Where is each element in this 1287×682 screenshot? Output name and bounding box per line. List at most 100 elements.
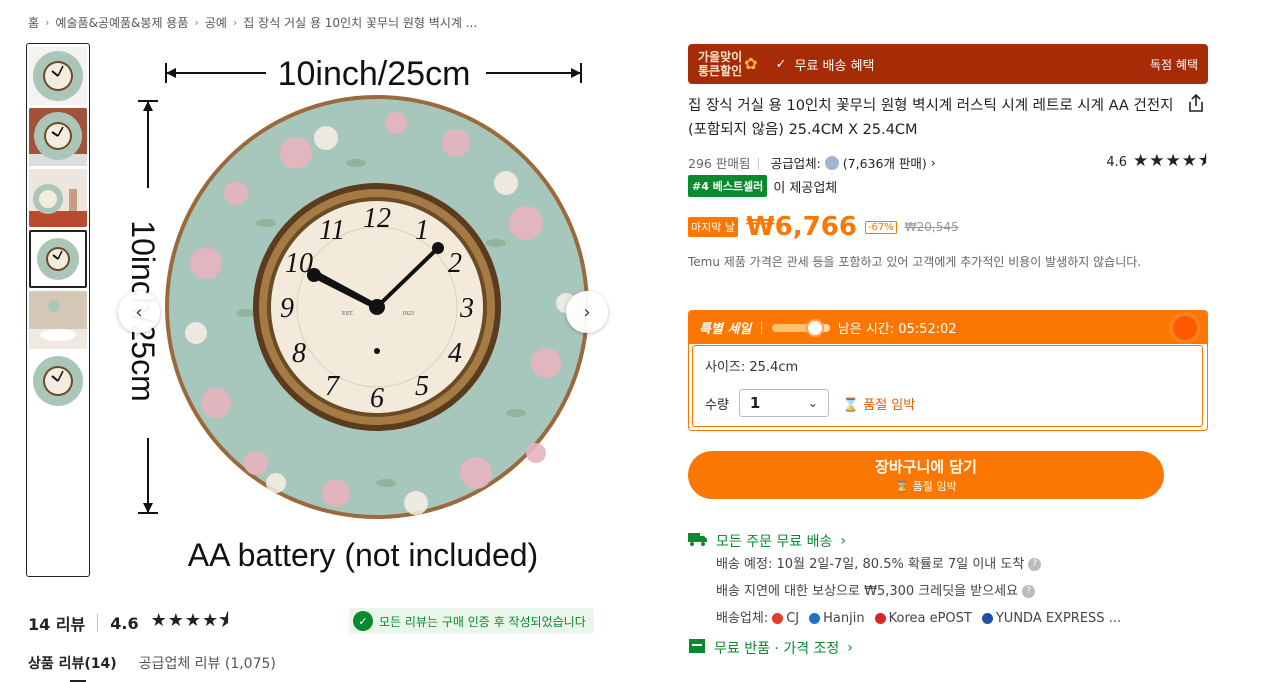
carrier-name: CJ: [786, 611, 800, 626]
delay-compensation-text: 배송 지연에 대한 보상으로 ₩5,300 크레딧을 받으세요: [716, 584, 1019, 599]
sale-progress-knob: [806, 318, 825, 337]
free-shipping-link[interactable]: 모든 주문 무료 배송 ›: [688, 531, 1208, 551]
next-image-button[interactable]: ›: [566, 291, 608, 333]
exclusive-benefit: 독점 혜택: [1150, 57, 1198, 72]
thumbnail-1[interactable]: [29, 47, 87, 105]
add-to-cart-sub-text: 품절 임박: [912, 480, 957, 493]
chevron-right-icon: ›: [45, 16, 50, 29]
thumbnail-5[interactable]: [29, 291, 87, 349]
previous-image-button[interactable]: ‹: [118, 291, 160, 333]
add-to-cart-button[interactable]: 장바구니에 담기 ⌛ 품절 임박: [688, 451, 1164, 499]
price-notice: Temu 제품 가격은 관세 등을 포함하고 있어 고객에게 추가적인 비용이 …: [688, 255, 1142, 269]
breadcrumb-current: 집 장식 거실 용 10인치 꽃무늬 원형 벽시계 ...: [243, 16, 478, 30]
quantity-value: 1: [749, 394, 761, 412]
promo-banner[interactable]: 가을맞이 통큰할인 ✿ ✓ 무료 배송 혜택 독점 혜택: [688, 44, 1208, 84]
low-stock-notice: ⌛ 품절 임박: [843, 394, 915, 413]
chevron-right-icon: ›: [194, 16, 199, 29]
thumbnail-4[interactable]: [29, 230, 87, 288]
clock-numeral: 7: [325, 371, 340, 402]
breadcrumb-category[interactable]: 예술품&공예품&봉제 용품: [55, 14, 188, 31]
verified-text: 모든 리뷰는 구매 인증 후 작성되었습니다: [379, 614, 586, 629]
supplier-sales: (7,636개 판매): [842, 156, 927, 171]
current-price: ₩6,766: [745, 212, 857, 242]
sale-header: 특별 세일 | 남은 시간: 05:52:02: [689, 311, 1207, 344]
clock-numeral: 6: [370, 383, 384, 414]
sale-options: 사이즈: 25.4cm 수량 1 ⌄ ⌛ 품절 임박: [692, 345, 1203, 427]
product-rating[interactable]: 4.6 ★★★★⯨: [1106, 148, 1208, 177]
thumbnail-3[interactable]: [29, 169, 87, 227]
yunda-logo-icon: [981, 613, 993, 624]
free-returns-link[interactable]: 무료 반품 · 가격 조정 ›: [688, 638, 1208, 658]
clock-numeral: 3: [459, 293, 474, 324]
last-day-badge: 마지막 날: [688, 217, 738, 237]
chevron-right-icon: ›: [583, 301, 591, 323]
check-icon: ✓: [775, 56, 787, 72]
delivery-estimate: 배송 예정: 10월 2일-7일, 80.5% 확률로 7일 이내 도착 ?: [716, 551, 1208, 578]
carrier-korea-epost: Korea ePOST: [874, 605, 972, 632]
help-icon[interactable]: ?: [1028, 558, 1042, 571]
bestseller-badge: #4 베스트셀러: [688, 175, 768, 197]
chevron-left-icon: ‹: [135, 301, 143, 323]
delay-compensation: 배송 지연에 대한 보상으로 ₩5,300 크레딧을 받으세요 ?: [716, 578, 1208, 605]
supplier-avatar: [824, 155, 839, 170]
star-rating-icon: ★★★★⯨: [1133, 151, 1208, 171]
divider: |: [756, 155, 761, 170]
clock-numeral: 12: [363, 203, 391, 234]
tab-product-reviews[interactable]: 상품 리뷰(14): [28, 653, 117, 682]
clock-est-label: EST.: [342, 311, 354, 317]
special-sale-box: 특별 세일 | 남은 시간: 05:52:02 사이즈: 25.4cm 수량 1…: [688, 310, 1208, 431]
low-stock-text: 품절 임박: [863, 397, 916, 413]
breadcrumb: 홈 › 예술품&공예품&봉제 용품 › 공예 › 집 장식 거실 용 10인치 …: [28, 14, 477, 31]
clock-numeral: 9: [280, 293, 294, 324]
quantity-label: 수량: [705, 397, 729, 413]
breadcrumb-home[interactable]: 홈: [28, 14, 39, 31]
product-title: 집 장식 거실 용 10인치 꽃무늬 원형 벽시계 러스틱 시계 레트로 시계 …: [688, 98, 1174, 138]
chevron-right-icon: ›: [840, 533, 846, 549]
clock-numeral: 2: [448, 248, 462, 279]
supplier-link[interactable]: 공급업체: (7,636개 판매) ›: [771, 153, 936, 172]
add-to-cart-sub: ⌛ 품절 임박: [895, 478, 956, 494]
price-row: 마지막 날 ₩6,766 -67% ₩20,545: [688, 212, 959, 242]
review-tabs: 상품 리뷰(14) 공급업체 리뷰 (1,075): [28, 653, 276, 682]
help-icon[interactable]: ?: [1022, 585, 1036, 598]
free-returns-title: 무료 반품 · 가격 조정: [714, 641, 840, 657]
sale-progress-bar: [771, 318, 830, 337]
sold-count: 296 판매됨: [688, 156, 751, 171]
breadcrumb-subcategory[interactable]: 공예: [205, 14, 227, 31]
delivery-estimate-text: 배송 예정: 10월 2일-7일, 80.5% 확률로 7일 이내 도착: [716, 557, 1025, 572]
carrier-name: Hanjin: [823, 611, 865, 626]
autumn-sale-badge: 가을맞이 통큰할인 ✿: [698, 50, 758, 78]
share-icon[interactable]: [1186, 93, 1206, 117]
clock-numeral: 5: [415, 371, 429, 402]
thumbnail-list: [26, 43, 90, 577]
star-rating-icon: ★★★★⯨: [150, 610, 230, 631]
maple-leaf-icon: ✿: [744, 54, 758, 73]
truck-icon: [688, 531, 708, 551]
carrier-name: YUNDA EXPRESS ...: [995, 611, 1122, 626]
main-product-image[interactable]: 10inch/25cm 10inch/25cm 121234: [96, 43, 630, 577]
hourglass-icon: ⌛: [895, 480, 910, 493]
original-price: ₩20,545: [904, 220, 959, 234]
clock-numeral: 8: [292, 338, 306, 369]
battery-caption: AA battery (not included): [188, 537, 538, 573]
clock-numeral: 4: [448, 338, 462, 369]
thumbnail-2[interactable]: [29, 108, 87, 166]
return-box-icon: [688, 638, 706, 658]
chevron-right-icon: ›: [930, 155, 936, 170]
carriers-label: 배송업체:: [716, 611, 769, 626]
clock-numeral: 11: [319, 215, 345, 246]
quantity-select[interactable]: 1 ⌄: [738, 389, 829, 417]
carrier-yunda: YUNDA EXPRESS ...: [981, 605, 1122, 632]
free-shipping-benefit: 무료 배송 혜택: [794, 58, 875, 74]
promo-badge-line2: 통큰할인: [698, 64, 743, 78]
tab-supplier-reviews[interactable]: 공급업체 리뷰 (1,075): [139, 653, 276, 673]
thumbnail-6[interactable]: [29, 352, 87, 410]
reviews-summary: 14 리뷰 4.6 ★★★★⯨: [28, 608, 230, 638]
promo-badge-line1: 가을맞이: [698, 50, 743, 64]
review-count: 14 리뷰: [28, 615, 86, 634]
product-meta: 296 판매됨 | 공급업체: (7,636개 판매) › 4.6 ★★★★⯨: [688, 148, 1208, 177]
rating-value: 4.6: [1106, 155, 1128, 170]
free-shipping-title: 모든 주문 무료 배송: [716, 534, 833, 550]
shield-check-icon: ✓: [353, 611, 373, 631]
hanjin-logo-icon: [809, 613, 821, 624]
